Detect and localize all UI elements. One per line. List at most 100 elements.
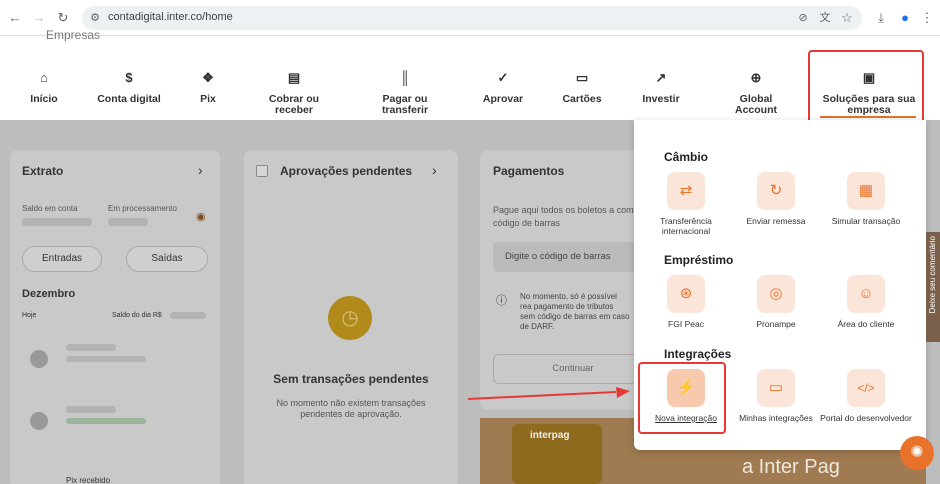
download-icon[interactable]: ⤓ [872, 9, 890, 27]
barcode-input[interactable]: Digite o código de barras [493, 242, 653, 272]
pix-recebido-label: Pix recebido [66, 476, 111, 484]
extrato-card: Extrato › Saldo em conta Em processament… [10, 150, 220, 484]
menu-item-label: FGI Peac [668, 319, 704, 329]
menu-item-enviar-remessa[interactable]: ↻ Enviar remessa [728, 172, 824, 226]
transaction-line [66, 344, 116, 351]
promo-brand: interpag [530, 430, 570, 441]
pagamentos-card: Pagamentos Pague aqui todos os boletos a… [480, 150, 653, 410]
loan-dollar-icon: ◎ [757, 275, 795, 313]
aprovacoes-title: Aprovações pendentes [280, 164, 413, 178]
menu-item-label: Portal do desenvolvedor [820, 413, 912, 423]
chevron-right-icon[interactable]: › [198, 162, 203, 178]
chat-assistant-icon[interactable]: ✺ [900, 436, 934, 470]
transaction-avatar [30, 350, 48, 368]
processamento-label: Em processamento [108, 204, 177, 213]
monitor-icon: ▭ [757, 369, 795, 407]
saldo-dia-hidden [170, 312, 206, 319]
nav-conta-digital[interactable]: $ Conta digital [92, 70, 166, 105]
menu-item-minhas-integracoes[interactable]: ▭ Minhas integrações [728, 369, 824, 423]
menu-icon[interactable]: ⋮ [918, 9, 936, 27]
hoje-label: Hoje [22, 312, 37, 319]
eye-icon[interactable]: ◉ [196, 210, 206, 223]
nav-label: Início [30, 93, 58, 105]
entradas-button[interactable]: Entradas [22, 246, 102, 272]
saidas-button[interactable]: Saídas [126, 246, 208, 272]
dollar-icon: $ [125, 70, 133, 85]
nav-pix[interactable]: ❖ Pix [190, 70, 226, 105]
menu-item-label: Minhas integrações [739, 413, 813, 423]
nav-label: Cartões [562, 93, 602, 105]
transaction-avatar [30, 412, 48, 430]
extrato-title: Extrato [22, 164, 64, 178]
transaction-line [66, 356, 146, 362]
menu-item-area-cliente[interactable]: ☺ Área do cliente [818, 275, 914, 329]
loan-icon: ⊛ [667, 275, 705, 313]
saldo-dia-label: Saldo do dia R$ [112, 312, 162, 319]
highlight-solucoes [808, 50, 924, 126]
menu-item-transferencia[interactable]: ⇄ Transferência internacional [638, 172, 734, 236]
invoice-icon: ▤ [287, 70, 301, 85]
profile-icon[interactable]: ● [896, 9, 914, 27]
menu-item-portal-dev[interactable]: </> Portal do desenvolvedor [818, 369, 914, 423]
nav-label: Global Account [735, 93, 777, 116]
home-icon: ⌂ [40, 70, 48, 85]
section-cambio: Câmbio [664, 150, 709, 164]
reload-icon[interactable]: ↻ [54, 9, 72, 27]
menu-item-fgi-peac[interactable]: ⊛ FGI Peac [638, 275, 734, 329]
user-icon: ☺ [847, 275, 885, 313]
url-text: contadigital.inter.co/home [108, 11, 233, 23]
nav-inicio[interactable]: ⌂ Início [22, 70, 66, 105]
back-icon[interactable]: ← [6, 9, 24, 27]
menu-item-label: Transferência internacional [660, 216, 712, 236]
code-icon: </> [847, 369, 885, 407]
feedback-label: Deixe seu comentário [928, 236, 937, 314]
transaction-line [66, 406, 116, 413]
barcode-icon: ║ [400, 70, 410, 85]
nav-investir[interactable]: ↗ Investir [636, 70, 686, 105]
calculator-icon: ▦ [847, 172, 885, 210]
barcode-input-placeholder: Digite o código de barras [505, 251, 611, 262]
month-label: Dezembro [22, 288, 76, 300]
menu-item-pronampe[interactable]: ◎ Pronampe [728, 275, 824, 329]
aprovacoes-card: Aprovações pendentes › ◷ Sem transações … [244, 150, 458, 484]
browser-toolbar: ← → ↻ ⚙ contadigital.inter.co/home ⊘ 文 ☆… [0, 0, 940, 36]
pagamentos-title: Pagamentos [493, 164, 565, 178]
nav-global-account[interactable]: ⊕ Global Account [728, 70, 784, 116]
continuar-button[interactable]: Continuar [493, 354, 653, 384]
top-nav: Empresas ⌂ Início $ Conta digital ❖ Pix … [0, 28, 940, 120]
translate-icon[interactable]: 文 [816, 9, 834, 27]
site-info-icon[interactable]: ⚙ [86, 9, 104, 27]
pagamentos-desc: Pague aqui todos os boletos a com código… [493, 205, 634, 228]
nav-cartoes[interactable]: ▭ Cartões [558, 70, 606, 105]
highlight-nova-integracao [638, 362, 726, 434]
pagamentos-notice: No momento, só é possível rea pagamento … [520, 292, 630, 331]
nav-pagar[interactable]: ║ Pagar ou transferir [372, 70, 438, 116]
eye-off-icon[interactable]: ⊘ [794, 9, 812, 27]
exchange-icon: ⇄ [667, 172, 705, 210]
select-all-checkbox[interactable] [256, 165, 268, 177]
remittance-icon: ↻ [757, 172, 795, 210]
star-icon[interactable]: ☆ [838, 9, 856, 27]
processamento-hidden [108, 218, 148, 226]
trend-icon: ↗ [655, 70, 667, 85]
promo-text: a Inter Pag [742, 456, 840, 478]
nav-aprovar[interactable]: ✓ Aprovar [478, 70, 528, 105]
transaction-line [66, 418, 146, 424]
nav-label: Conta digital [97, 93, 161, 105]
saldo-label: Saldo em conta [22, 204, 78, 213]
approve-icon: ✓ [497, 70, 509, 85]
card-icon: ▭ [575, 70, 589, 85]
section-emprestimo: Empréstimo [664, 253, 734, 267]
nav-label: Cobrar ou receber [268, 93, 320, 116]
arrow-annotation [467, 387, 630, 400]
nav-label: Investir [642, 93, 680, 105]
chevron-right-icon[interactable]: › [432, 162, 437, 178]
logo-text: Empresas [46, 28, 101, 42]
menu-item-label: Pronampe [756, 319, 796, 329]
nav-label: Pagar ou transferir [381, 93, 429, 116]
menu-item-simular[interactable]: ▦ Simular transação [818, 172, 914, 226]
nav-label: Aprovar [482, 93, 524, 105]
empty-title: Sem transações pendentes [273, 372, 429, 386]
forward-icon[interactable]: → [30, 9, 48, 27]
nav-cobrar[interactable]: ▤ Cobrar ou receber [258, 70, 330, 116]
